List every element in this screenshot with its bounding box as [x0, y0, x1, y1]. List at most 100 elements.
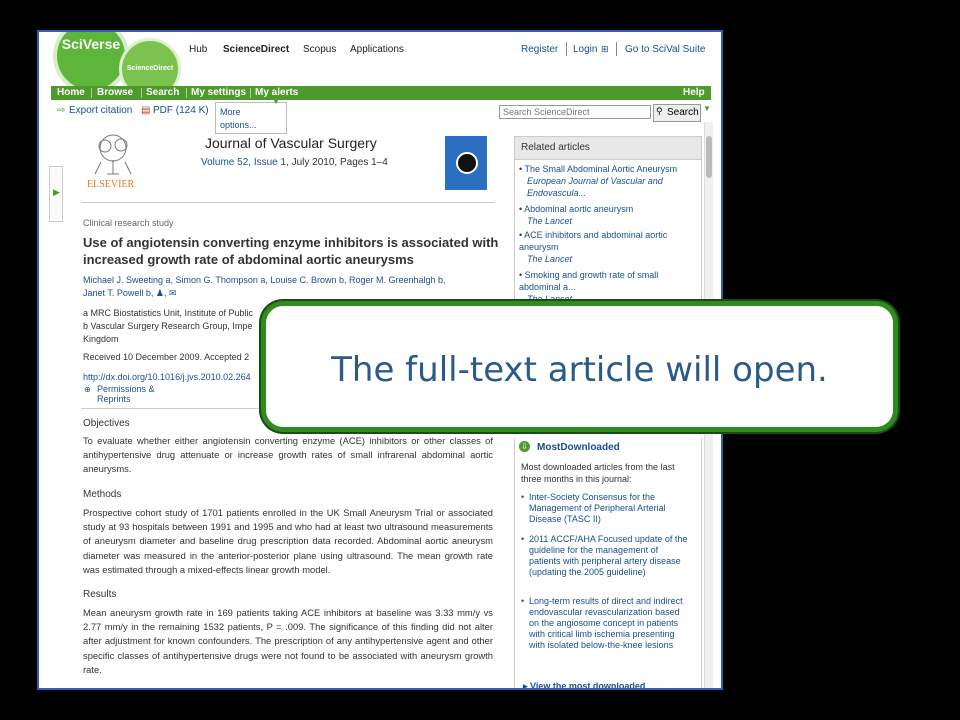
top-link-sciencedirect[interactable]: ScienceDirect: [223, 44, 289, 55]
instruction-callout: The full-text article will open.: [261, 301, 898, 432]
journal-title[interactable]: Journal of Vascular Surgery: [205, 135, 377, 151]
scrollbar-thumb[interactable]: [706, 136, 712, 178]
related-title[interactable]: ACE inhibitors and abdominal aortic aneu…: [519, 230, 667, 252]
received-date: Received 10 December 2009. Accepted 2: [83, 352, 250, 362]
journal-cover-image[interactable]: [445, 136, 487, 190]
related-journal: The Lancet: [527, 216, 573, 226]
related-articles-panel: Related articles • The Small Abdominal A…: [514, 136, 702, 328]
most-downloaded-title[interactable]: MostDownloaded: [537, 442, 620, 453]
separator: [616, 42, 617, 56]
volume-link[interactable]: Volume 52, Issue 1: [201, 157, 286, 168]
bullet: •: [521, 596, 525, 606]
search-options-icon[interactable]: ▼: [703, 104, 711, 113]
search-button[interactable]: ⚲ Search: [653, 104, 701, 122]
main-nav: Home Browse Search My settings My alerts…: [51, 86, 711, 100]
related-heading: Related articles: [521, 142, 590, 153]
callout-text: The full-text article will open.: [331, 350, 828, 390]
login-expand-icon[interactable]: ⊞: [601, 44, 609, 55]
related-article[interactable]: • Smoking and growth rate of small abdom…: [519, 269, 695, 305]
top-link-hub[interactable]: Hub: [189, 44, 207, 55]
authors-line-1[interactable]: Michael J. Sweeting a, Simon G. Thompson…: [83, 274, 503, 287]
more-options-label-2[interactable]: options...: [220, 120, 257, 130]
search-button-label: Search: [667, 107, 699, 118]
search-input[interactable]: [499, 105, 651, 119]
bullet: •: [521, 492, 525, 502]
nav-home[interactable]: Home: [57, 87, 85, 98]
most-downloaded-desc: Most downloaded articles from the last t…: [521, 462, 675, 484]
methods-text: Prospective cohort study of 1701 patient…: [83, 507, 493, 575]
most-downloaded-item-title[interactable]: Inter-Society Consensus for the Manageme…: [529, 492, 666, 524]
objectives-text: To evaluate whether either angiotensin c…: [83, 435, 493, 475]
export-icon: ⇨: [57, 105, 66, 116]
related-title[interactable]: The Small Abdominal Aortic Aneurysm: [525, 164, 678, 174]
chevron-right-icon: ▶: [53, 187, 60, 197]
expand-sidebar-toggle[interactable]: ▶: [49, 166, 63, 222]
most-downloaded-panel: ⇩ MostDownloaded Most downloaded article…: [514, 438, 702, 690]
nav-help[interactable]: Help: [683, 87, 705, 98]
most-downloaded-item[interactable]: • Inter-Society Consensus for the Managem…: [521, 492, 689, 525]
permissions-icon: ⊕: [84, 385, 91, 394]
view-most-downloaded-label: View the most downloaded: [530, 681, 646, 690]
most-downloaded-item[interactable]: • 2011 ACCF/AHA Focused update of the gui…: [521, 534, 689, 578]
related-articles-header: Related articles: [515, 137, 701, 160]
divider: [81, 202, 495, 203]
affiliation-b: b Vascular Surgery Research Group, Impe: [83, 321, 253, 331]
authors-line-2[interactable]: Janet T. Powell b, ♟, ✉: [83, 287, 503, 300]
most-downloaded-item-title[interactable]: 2011 ACCF/AHA Focused update of the guid…: [529, 534, 687, 577]
elsevier-tree-logo: [94, 134, 132, 175]
related-journal: The Lancet: [527, 254, 573, 264]
register-link[interactable]: Register: [521, 44, 558, 55]
affiliation-c: Kingdom: [83, 334, 119, 344]
pdf-link[interactable]: PDF (124 K): [153, 105, 209, 116]
separator: [566, 42, 567, 56]
login-link[interactable]: Login: [573, 44, 597, 55]
more-options-menu[interactable]: More options... ▼: [215, 97, 287, 134]
logo-text: SciVerse: [61, 36, 121, 52]
nav-browse[interactable]: Browse: [97, 87, 133, 98]
top-link-applications[interactable]: Applications: [350, 44, 404, 55]
related-article[interactable]: • The Small Abdominal Aortic Aneurysm Eur…: [519, 163, 695, 199]
objectives-heading: Objectives: [83, 418, 130, 429]
top-link-scopus[interactable]: Scopus: [303, 44, 336, 55]
affiliations: a MRC Biostatistics Unit, Institute of P…: [83, 307, 263, 346]
related-journal: European Journal of Vascular and Endovas…: [527, 176, 663, 198]
publisher-name: ELSEVIER: [87, 179, 135, 190]
dropdown-arrow-icon: ▼: [272, 97, 280, 106]
nav-separator: [91, 88, 92, 98]
nav-separator: [250, 88, 251, 98]
methods-heading: Methods: [83, 489, 122, 500]
export-citation-link[interactable]: Export citation: [69, 105, 132, 116]
nav-separator: [141, 88, 142, 98]
journal-volume: Volume 52, Issue 1, July 2010, Pages 1–4: [201, 157, 388, 168]
related-title[interactable]: Abdominal aortic aneurysm: [524, 204, 633, 214]
date-pages: , July 2010, Pages 1–4: [286, 157, 388, 168]
bullet: •: [521, 534, 525, 544]
permissions-label-2: Reprints: [97, 394, 131, 404]
results-heading: Results: [83, 589, 117, 600]
pdf-icon: ▤: [141, 105, 151, 116]
article-title: Use of angiotensin converting enzyme inh…: [83, 235, 499, 267]
permissions-label-1: Permissions &: [97, 384, 155, 394]
most-downloaded-item-title[interactable]: Long-term results of direct and indirect…: [529, 596, 683, 650]
results-text: Mean aneurysm growth rate in 169 patient…: [83, 607, 493, 675]
cover-graphic: [456, 152, 478, 174]
related-title[interactable]: Smoking and growth rate of small abdomin…: [519, 270, 658, 292]
permissions-link[interactable]: Permissions & Reprints: [97, 384, 155, 404]
more-options-label-1[interactable]: More: [220, 107, 241, 117]
nav-separator: [186, 88, 187, 98]
most-downloaded-item[interactable]: • Long-term results of direct and indirec…: [521, 596, 689, 651]
article-type: Clinical research study: [83, 218, 174, 228]
sciverse-logo[interactable]: SciVerse: [53, 32, 129, 94]
related-article[interactable]: • Abdominal aortic aneurysm The Lancet: [519, 203, 695, 227]
view-most-downloaded-link[interactable]: ▸ View the most downloaded: [523, 681, 646, 690]
scival-link[interactable]: Go to SciVal Suite: [625, 44, 705, 55]
search-icon: ⚲: [656, 106, 663, 116]
doi-link[interactable]: http://dx.doi.org/10.1016/j.jvs.2010.02.…: [83, 372, 251, 382]
author-list: Michael J. Sweeting a, Simon G. Thompson…: [83, 274, 503, 300]
nav-my-settings[interactable]: My settings: [191, 87, 246, 98]
logo-sub-text: ScienceDirect: [126, 65, 174, 72]
nav-search[interactable]: Search: [146, 87, 179, 98]
download-icon: ⇩: [519, 441, 530, 452]
related-article[interactable]: • ACE inhibitors and abdominal aortic an…: [519, 229, 695, 265]
affiliation-a: a MRC Biostatistics Unit, Institute of P…: [83, 308, 254, 318]
